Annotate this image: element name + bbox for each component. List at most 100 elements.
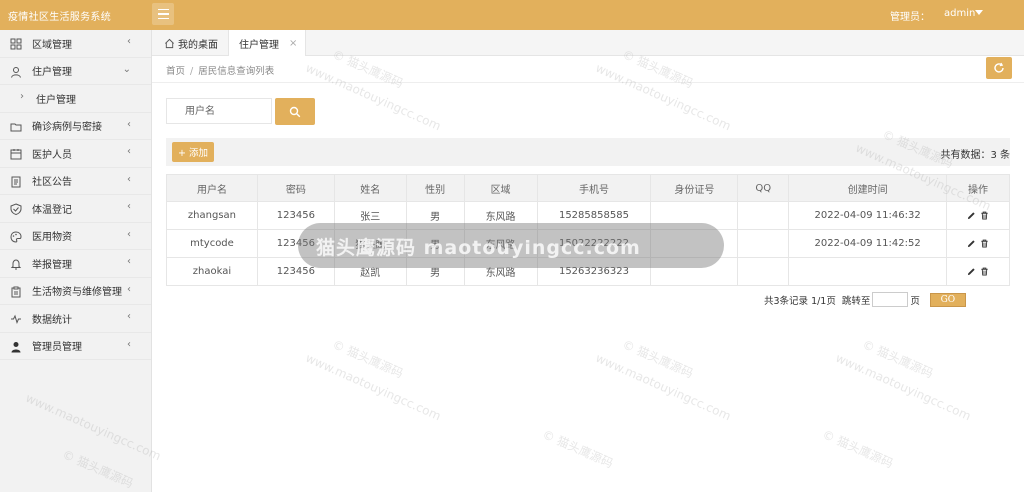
- sidebar-item-living-supplies[interactable]: 生活物资与维修管理 ‹: [0, 278, 151, 305]
- main-content: 首页 / 居民信息查询列表 + 添加 共有数据：3 条 用户名 密码 姓名 性别 区…: [152, 56, 1024, 492]
- column-header: 创建时间: [788, 174, 947, 202]
- caret-down-icon[interactable]: [975, 10, 983, 15]
- jump-suffix-label: 页: [910, 295, 920, 307]
- edit-icon[interactable]: [967, 211, 976, 220]
- column-header: 身份证号: [650, 174, 739, 202]
- sidebar: 区域管理 ‹ 住户管理 ⌄ › 住户管理 确诊病例与密接 ‹ 医护人员 ‹ 社区…: [0, 30, 152, 492]
- total-count: 共有数据：3 条: [940, 150, 1010, 161]
- cell-qq: [737, 229, 790, 258]
- column-header: 操作: [946, 174, 1010, 202]
- hamburger-icon: [157, 8, 169, 11]
- search-icon: [289, 106, 301, 117]
- home-icon: [165, 38, 174, 48]
- cell-username: zhangsan: [166, 201, 258, 230]
- column-header: 手机号: [536, 174, 652, 202]
- search-button[interactable]: [275, 98, 315, 125]
- trash-icon[interactable]: [980, 267, 989, 276]
- tab-home[interactable]: 我的桌面: [160, 30, 222, 56]
- chevron-left-icon: ‹: [127, 146, 131, 157]
- sidebar-item-area[interactable]: 区域管理 ‹: [0, 30, 151, 58]
- chevron-left-icon: ‹: [127, 311, 131, 322]
- sidebar-item-announcements[interactable]: 社区公告 ‹: [0, 168, 151, 195]
- pagination-summary: 共3条记录 1/1页: [764, 295, 836, 307]
- table-header-row: 用户名 密码 姓名 性别 区域 手机号 身份证号 QQ 创建时间 操作: [166, 174, 1010, 202]
- breadcrumb-home[interactable]: 首页: [166, 66, 185, 77]
- go-button[interactable]: GO: [929, 292, 966, 307]
- chevron-left-icon: ‹: [127, 201, 131, 212]
- table-toolbar: + 添加 共有数据：3 条: [166, 138, 1010, 166]
- sidebar-item-statistics[interactable]: 数据统计 ‹: [0, 305, 151, 333]
- sidebar-item-label: 数据统计: [32, 314, 72, 326]
- chevron-left-icon: ‹: [127, 283, 131, 295]
- chevron-left-icon: ‹: [127, 228, 131, 240]
- cell-actions: [946, 257, 1010, 286]
- sidebar-item-temperature[interactable]: 体温登记 ‹: [0, 195, 151, 223]
- column-header: 姓名: [333, 174, 407, 202]
- user-icon: [11, 66, 21, 78]
- page-jump-input[interactable]: [872, 292, 909, 307]
- sidebar-item-label: 社区公告: [32, 177, 72, 189]
- close-icon[interactable]: ×: [289, 38, 297, 49]
- sidebar-item-label: 住户管理: [32, 67, 72, 79]
- cell-created-time: [788, 257, 947, 286]
- chevron-down-icon: ⌄: [122, 63, 131, 75]
- sidebar-item-cases[interactable]: 确诊病例与密接 ‹: [0, 113, 151, 140]
- sidebar-item-label: 医护人员: [32, 149, 72, 161]
- top-bar: 疫情社区生活服务系统 管理员： admin: [0, 0, 1024, 30]
- chevron-left-icon: ‹: [127, 118, 131, 130]
- sidebar-item-residents[interactable]: 住户管理 ⌄: [0, 58, 151, 85]
- chevron-left-icon: ‹: [127, 256, 131, 267]
- sidebar-item-admins[interactable]: 管理员管理 ‹: [0, 333, 151, 360]
- pulse-icon: [11, 314, 21, 324]
- column-header: 性别: [405, 174, 465, 202]
- breadcrumb: 首页 / 居民信息查询列表: [166, 63, 274, 77]
- sidebar-item-label: 举报管理: [32, 259, 72, 271]
- sidebar-item-label: 生活物资与维修管理: [32, 287, 122, 299]
- sidebar-item-medical-staff[interactable]: 医护人员 ‹: [0, 140, 151, 168]
- cell-created-time: 2022-04-09 11:46:32: [788, 201, 947, 230]
- tab-label: 我的桌面: [178, 39, 218, 51]
- chevron-left-icon: ‹: [127, 36, 131, 47]
- refresh-button[interactable]: [986, 57, 1012, 79]
- watermark-overlay-text: 猫头鹰源码 maotouyingcc.com: [316, 237, 641, 259]
- edit-icon[interactable]: [967, 239, 976, 248]
- username-search-input[interactable]: [166, 98, 272, 124]
- document-icon: [11, 176, 21, 187]
- sidebar-subitem-resident-management[interactable]: › 住户管理: [0, 85, 151, 113]
- shield-icon: [10, 203, 22, 215]
- clipboard-icon: [11, 286, 21, 297]
- sidebar-item-reports[interactable]: 举报管理 ‹: [0, 250, 151, 278]
- cell-qq: [737, 257, 790, 286]
- jump-prefix-label: 跳转至: [841, 295, 871, 307]
- trash-icon[interactable]: [980, 239, 989, 248]
- sidebar-item-label: 区域管理: [32, 39, 72, 51]
- column-header: 密码: [256, 174, 335, 202]
- admin-role-label: 管理员：: [890, 12, 930, 23]
- sidebar-item-medical-supplies[interactable]: 医用物资 ‹: [0, 223, 151, 250]
- app-title: 疫情社区生活服务系统: [8, 12, 111, 23]
- trash-icon[interactable]: [980, 211, 989, 220]
- tab-label: 住户管理: [239, 40, 279, 51]
- tab-resident-management[interactable]: 住户管理 ×: [228, 30, 306, 57]
- pagination: 共3条记录 1/1页 跳转至 页 GO: [764, 292, 966, 307]
- calendar-icon: [10, 149, 22, 160]
- column-header: QQ: [737, 174, 790, 202]
- column-header: 用户名: [166, 174, 258, 202]
- edit-icon[interactable]: [967, 267, 976, 276]
- breadcrumb-current: 居民信息查询列表: [198, 66, 275, 77]
- sidebar-item-label: 医用物资: [32, 232, 72, 244]
- breadcrumb-separator: /: [190, 66, 194, 77]
- sidebar-item-label: 住户管理: [36, 94, 76, 106]
- chevron-left-icon: ‹: [127, 338, 131, 350]
- content-divider: [152, 82, 1024, 83]
- add-button[interactable]: + 添加: [172, 142, 214, 162]
- admin-user-menu[interactable]: admin: [944, 8, 975, 19]
- cell-username: mtycode: [166, 229, 258, 258]
- chevron-right-icon: ›: [20, 91, 24, 102]
- cell-username: zhaokai: [166, 257, 258, 286]
- column-header: 区域: [463, 174, 538, 202]
- bell-icon: [10, 259, 22, 270]
- menu-toggle-button[interactable]: [152, 3, 174, 25]
- folder-icon: [10, 123, 22, 131]
- person-icon: [11, 341, 21, 352]
